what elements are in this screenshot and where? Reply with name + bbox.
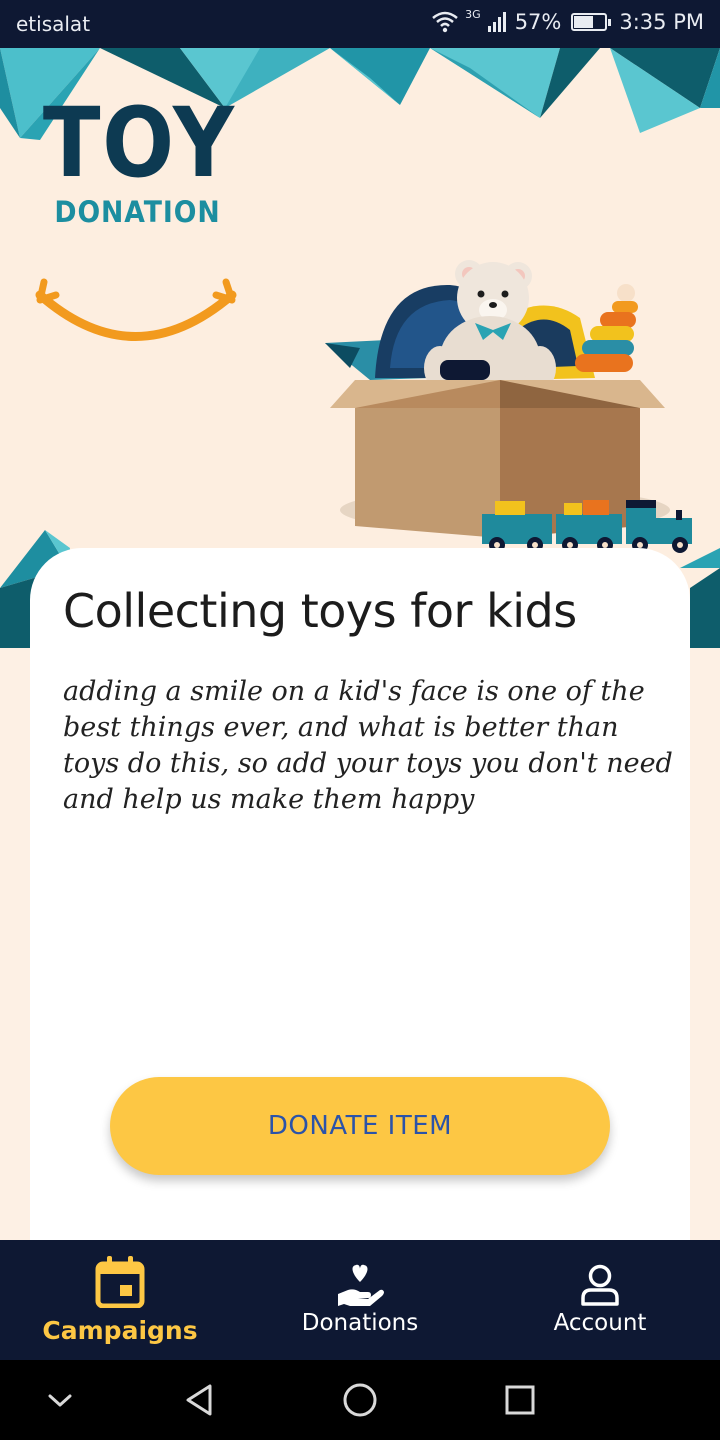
- nav-label-campaigns: Campaigns: [42, 1316, 198, 1345]
- wifi-icon: [432, 11, 458, 33]
- battery-percent: 57%: [514, 10, 562, 34]
- clock: 3:35 PM: [619, 10, 704, 34]
- calendar-icon: [95, 1256, 145, 1308]
- system-nav-bar: [0, 1360, 720, 1440]
- recents-icon[interactable]: [500, 1380, 540, 1420]
- bottom-nav: Campaigns Donations Account: [0, 1240, 720, 1360]
- status-bar: etisalat 3G 57% 3:35 PM: [0, 0, 720, 48]
- heart-hand-icon: [338, 1264, 384, 1306]
- nav-label-account: Account: [553, 1310, 647, 1336]
- carrier-name: etisalat: [16, 12, 91, 36]
- nav-item-campaigns[interactable]: Campaigns: [0, 1240, 240, 1360]
- campaign-title: Collecting toys for kids: [63, 584, 577, 638]
- chevron-down-icon[interactable]: [40, 1380, 80, 1420]
- nav-label-donations: Donations: [301, 1310, 419, 1336]
- toy-donation-logo: TOY DONATION: [30, 95, 245, 229]
- status-icons: 3G 57% 3:35 PM: [431, 7, 704, 34]
- donate-item-button[interactable]: DONATE ITEM: [110, 1077, 610, 1175]
- back-icon[interactable]: [180, 1380, 220, 1420]
- logo-title: TOY: [42, 87, 236, 199]
- battery-icon: [571, 13, 612, 31]
- nav-item-account[interactable]: Account: [480, 1240, 720, 1360]
- nav-item-donations[interactable]: Donations: [240, 1240, 480, 1360]
- logo-subtitle: DONATION: [54, 195, 221, 229]
- person-icon: [581, 1264, 619, 1306]
- network-type: 3G: [465, 7, 481, 21]
- signal-icon: [487, 12, 506, 32]
- home-icon[interactable]: [340, 1380, 380, 1420]
- campaign-description: adding a smile on a kid's face is one of…: [63, 676, 673, 815]
